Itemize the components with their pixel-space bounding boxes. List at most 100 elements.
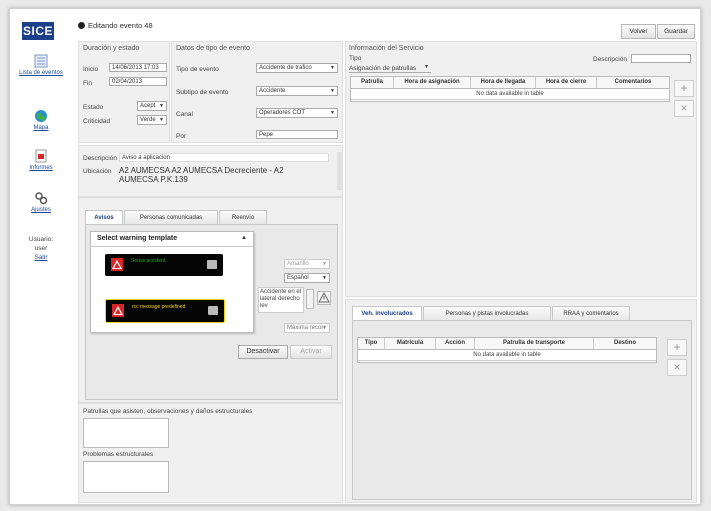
start-label: Inicio [83, 66, 99, 73]
speed-value: Máxima recor [287, 325, 324, 331]
message-spinner[interactable] [306, 289, 314, 309]
channel-select[interactable]: Operadores COT ▼ [256, 108, 338, 118]
patrols-observations-textarea[interactable] [83, 418, 169, 448]
user-name: user [34, 245, 48, 252]
service-type-label: Tipo [349, 55, 362, 62]
remove-patrol-button[interactable]: × [674, 100, 694, 117]
service-description-field[interactable] [631, 54, 691, 63]
remove-vehicle-button[interactable]: × [667, 359, 687, 376]
column-header[interactable]: Tipo [358, 338, 385, 349]
chevron-down-icon: ▼ [330, 65, 335, 71]
column-header[interactable]: Comentarios [597, 77, 669, 88]
language-select[interactable]: Español ▼ [284, 273, 330, 283]
sidebar-item-map[interactable]: Mapa [16, 109, 66, 131]
event-type-value: Accidente de trafico [259, 65, 312, 71]
user-label: Usuario: [28, 236, 54, 243]
criticality-select[interactable]: Verde ▼ [137, 115, 167, 125]
description-panel: Descripción Aviso a aplicacion Ubicación… [78, 145, 343, 197]
criticality-label: Criticidad [83, 118, 111, 125]
template-text: Serius accident. [131, 258, 167, 264]
level-value: Amarillo [287, 261, 309, 267]
tab-vehiculos[interactable]: Veh. involucrados [352, 306, 422, 321]
list-icon [34, 54, 48, 68]
sidebar-item-event-list[interactable]: Lista de eventos [16, 54, 66, 76]
structural-problems-textarea[interactable] [83, 461, 169, 493]
sidebar-item-reports[interactable]: Informes [16, 149, 66, 171]
warning-icon [112, 304, 124, 317]
event-subtype-select[interactable]: Accidente ▼ [256, 86, 338, 96]
add-patrol-button[interactable]: + [674, 80, 694, 97]
chevron-up-icon: ▲ [241, 235, 247, 241]
by-field[interactable]: Pepe [256, 130, 338, 139]
page-title-text: Editando evento 48 [88, 21, 153, 30]
sidebar-item-label: Informes [29, 165, 53, 171]
deactivate-button[interactable]: Desactivar [238, 345, 288, 359]
info-icon [78, 22, 85, 29]
column-header[interactable]: Hora de asignación [394, 77, 471, 88]
vehicles-content: Tipo Matrícula Acción Patrulla de transp… [352, 320, 692, 500]
template-text: rcc message predefined [132, 304, 186, 310]
app-window: SICE Lista de eventos Mapa Informes Ajus… [9, 8, 701, 505]
template-dropdown[interactable]: Select warning template ▲ Serius acciden… [90, 231, 254, 333]
sidebar-item-settings[interactable]: Ajustes [16, 191, 66, 213]
state-select[interactable]: Acept ▼ [137, 101, 167, 111]
table-header: Patrulla Hora de asignación Hora de lleg… [351, 77, 669, 89]
start-date-field[interactable]: 14/06/2013 17:03 [109, 63, 167, 72]
warning-icon[interactable] [317, 291, 331, 305]
image-icon [207, 260, 217, 269]
column-header[interactable]: Hora de llegada [471, 77, 536, 88]
column-header[interactable]: Matrícula [385, 338, 436, 349]
event-subtype-value: Accidente [259, 88, 286, 94]
avisos-content: Select warning template ▲ Serius acciden… [85, 224, 338, 400]
event-type-title: Datos de tipo de evento [176, 45, 250, 52]
speed-select[interactable]: Máxima recor ▼ [284, 323, 330, 333]
language-value: Español [287, 275, 309, 281]
patrols-table: Patrulla Hora de asignación Hora de lleg… [350, 76, 670, 102]
structural-problems-label: Problemas estructurales [83, 451, 154, 458]
end-label: Fin [83, 80, 93, 87]
state-label: Estado [83, 104, 104, 111]
column-header[interactable]: Acción [436, 338, 475, 349]
tab-avisos[interactable]: Avisos [85, 210, 123, 225]
sidebar: SICE Lista de eventos Mapa Informes Ajus… [10, 9, 72, 504]
activate-button[interactable]: Activar [290, 345, 332, 359]
column-header[interactable]: Patrulla [351, 77, 394, 88]
location-value: A2 AUMECSA A2 AUMECSA Decreciente - A2 A… [119, 166, 284, 184]
report-icon [35, 149, 47, 163]
description-field[interactable]: Aviso a aplicacion [119, 153, 329, 162]
scrollbar[interactable] [337, 152, 342, 190]
location-label: Ubicación [83, 168, 112, 175]
tab-rraa-comentarios[interactable]: RRAA y comentarios [552, 306, 630, 321]
column-header[interactable]: Hora de cierre [536, 77, 597, 88]
duration-panel: Duración y estado Inicio 14/06/2013 17:0… [78, 41, 170, 143]
message-field[interactable]: Accidente en el lateral derecho lev [258, 287, 304, 313]
column-header[interactable]: Patrulla de transporte [475, 338, 594, 349]
save-button[interactable]: Guardar [657, 24, 695, 39]
chevron-down-icon: ▼ [159, 117, 164, 123]
service-panel: Información del Servicio Tipo ▼ Descripc… [345, 41, 697, 297]
globe-icon [35, 110, 47, 122]
service-description-label: Descripción [593, 56, 627, 63]
description-label: Descripción [83, 155, 117, 162]
chevron-down-icon: ▼ [322, 261, 327, 267]
channel-label: Canal [176, 111, 193, 118]
tab-personas-pistas[interactable]: Personas y pistas involucradas [423, 306, 551, 321]
column-header[interactable]: Destino [594, 338, 656, 349]
event-type-select[interactable]: Accidente de trafico ▼ [256, 63, 338, 73]
template-dropdown-header[interactable]: Select warning template ▲ [91, 232, 253, 247]
logout-link[interactable]: Salir [34, 254, 47, 261]
close-icon: × [680, 101, 688, 115]
plus-icon: + [680, 81, 688, 95]
by-label: Por [176, 133, 187, 140]
chevron-down-icon: ▼ [159, 103, 164, 109]
image-icon [208, 306, 218, 315]
tab-personas-comunicadas[interactable]: Personas comunicadas [124, 210, 218, 225]
end-date-field[interactable]: 02/04/2013 [109, 77, 167, 86]
back-button[interactable]: Volver [621, 24, 656, 39]
channel-value: Operadores COT [259, 110, 306, 116]
add-vehicle-button[interactable]: + [667, 339, 687, 356]
level-select[interactable]: Amarillo ▼ [284, 259, 330, 269]
tab-reenvio[interactable]: Reenvío [219, 210, 267, 225]
table-header: Tipo Matrícula Acción Patrulla de transp… [358, 338, 656, 350]
settings-icon [35, 192, 48, 205]
